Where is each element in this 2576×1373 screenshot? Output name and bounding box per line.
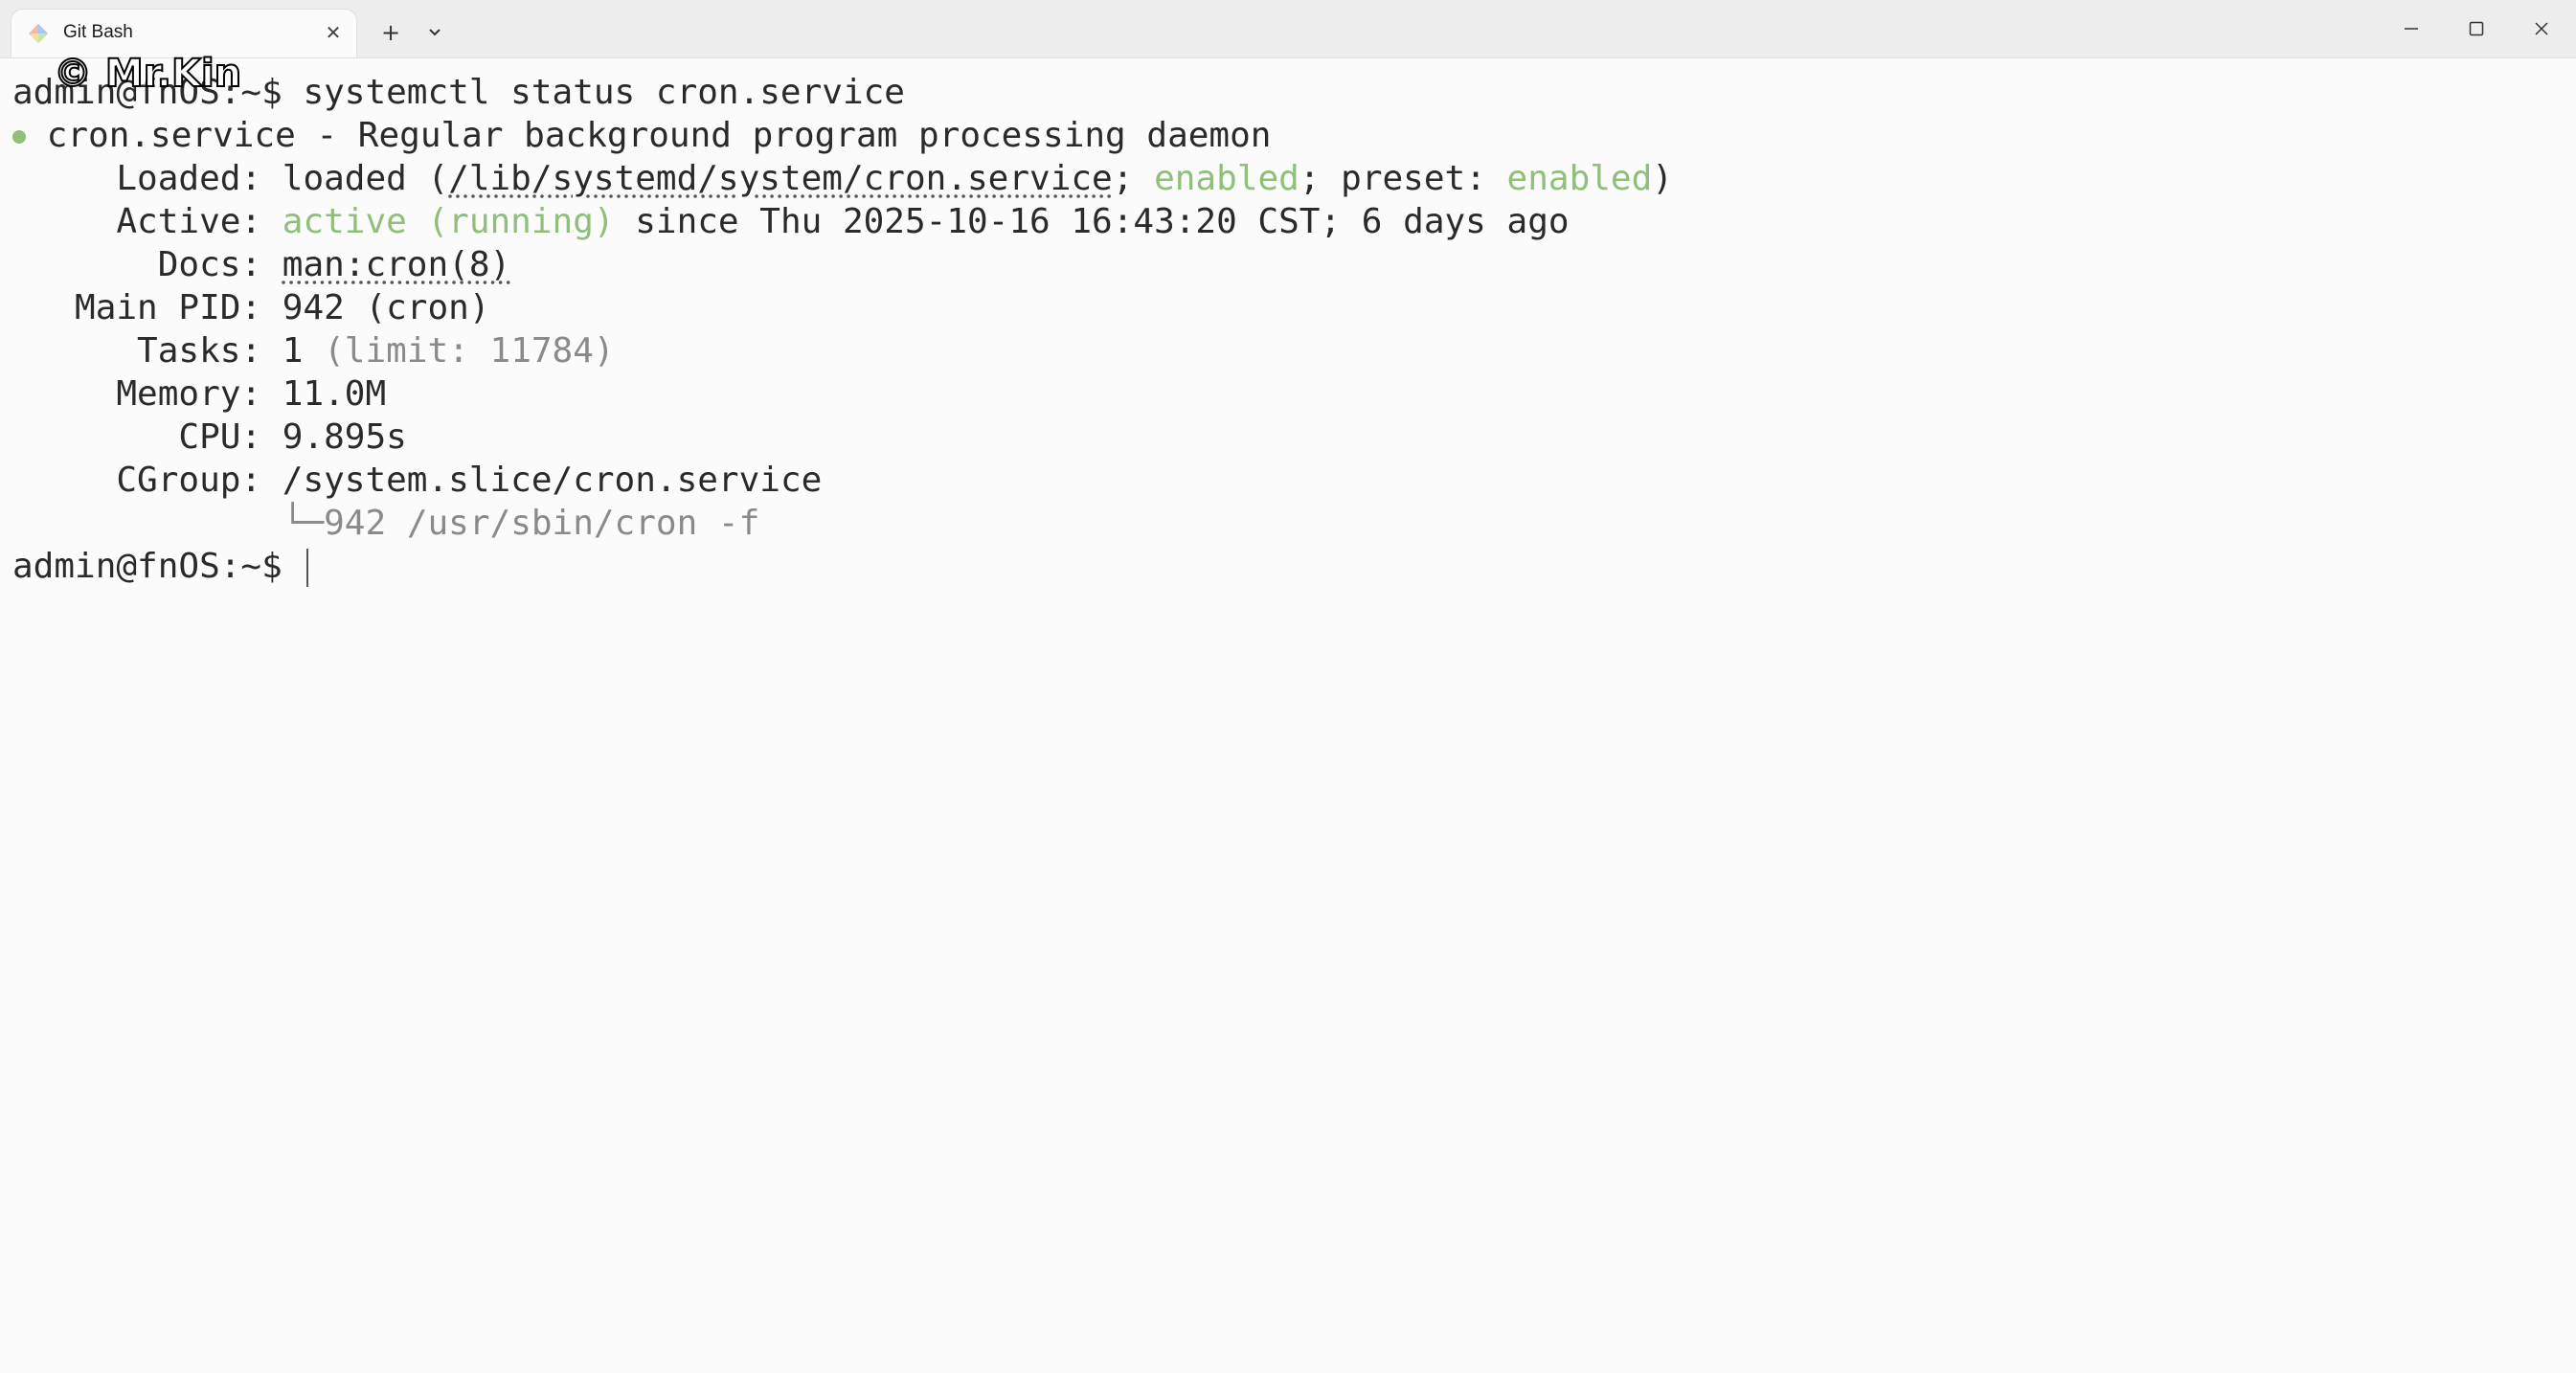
loaded-suffix: ): [1652, 159, 1673, 198]
enabled-status: enabled: [1154, 159, 1299, 198]
title-bar: Git Bash ✕ +: [0, 0, 2576, 58]
cgroup-value: /system.slice/cron.service: [282, 461, 823, 500]
terminal-window: Git Bash ✕ + admin@fnOS:~$ systemctl sta…: [0, 0, 2576, 1373]
chevron-down-icon: [429, 29, 441, 36]
cpu-label: CPU:: [12, 417, 282, 457]
loaded-line: Loaded: loaded (/lib/systemd/system/cron…: [12, 157, 1673, 200]
cgroup-label: CGroup:: [12, 461, 282, 500]
unit-file-link[interactable]: /lib/systemd/system/cron.service: [448, 159, 1113, 198]
tab-title: Git Bash: [63, 22, 133, 42]
active-label: Active:: [12, 202, 282, 241]
tab-close-icon[interactable]: ✕: [322, 21, 345, 44]
cgroup-line: CGroup: /system.slice/cron.service: [12, 459, 822, 502]
main-pid-value: 942 (cron): [282, 288, 490, 327]
minimize-button[interactable]: [2379, 0, 2444, 57]
docs-link[interactable]: man:cron(8): [282, 245, 510, 284]
text-cursor: [306, 549, 309, 587]
preset-status: enabled: [1506, 159, 1653, 198]
active-line: Active: active (running) since Thu 2025-…: [12, 200, 1570, 243]
memory-value: 11.0M: [282, 374, 387, 414]
docs-line: Docs: man:cron(8): [12, 243, 510, 286]
service-description: cron.service - Regular background progra…: [46, 116, 1272, 155]
maximize-icon: [2469, 21, 2484, 36]
command-text: systemctl status cron.service: [303, 73, 905, 112]
tasks-value: 1: [282, 331, 304, 371]
tasks-label: Tasks:: [12, 331, 282, 371]
tree-branch: └─: [282, 504, 325, 543]
terminal-output[interactable]: admin@fnOS:~$ systemctl status cron.serv…: [0, 69, 2576, 1362]
tasks-limit: (limit: 11784): [303, 331, 615, 371]
loaded-sep1: ;: [1112, 159, 1155, 198]
close-icon: [2535, 22, 2548, 35]
cgroup-child-indent: [12, 504, 282, 543]
main-pid-line: Main PID: 942 (cron): [12, 286, 490, 329]
loaded-label: Loaded:: [12, 159, 282, 198]
loaded-prefix: loaded (: [282, 159, 449, 198]
close-window-button[interactable]: [2509, 0, 2574, 57]
main-pid-label: Main PID:: [12, 288, 282, 327]
final-prompt: admin@fnOS:~$: [12, 547, 304, 586]
cgroup-child-process: 942 /usr/sbin/cron -f: [324, 504, 760, 543]
cpu-line: CPU: 9.895s: [12, 416, 407, 459]
docs-label: Docs:: [12, 245, 282, 284]
watermark: © Mr.Kin: [53, 51, 242, 97]
maximize-button[interactable]: [2444, 0, 2509, 57]
loaded-sep2: ; preset:: [1299, 159, 1507, 198]
minimize-icon: [2405, 28, 2418, 30]
memory-line: Memory: 11.0M: [12, 372, 386, 416]
memory-label: Memory:: [12, 374, 282, 414]
final-prompt-line[interactable]: admin@fnOS:~$: [12, 545, 309, 588]
status-dot-icon: [12, 130, 26, 144]
new-tab-button[interactable]: +: [375, 17, 406, 48]
active-since: since Thu 2025-10-16 16:43:20 CST; 6 day…: [614, 202, 1570, 241]
git-bash-icon: [29, 24, 48, 43]
active-state: active (running): [282, 202, 615, 241]
cpu-value: 9.895s: [282, 417, 407, 457]
tab-dropdown-button[interactable]: [419, 17, 450, 48]
cgroup-child-line: └─942 /usr/sbin/cron -f: [12, 502, 760, 545]
tasks-line: Tasks: 1 (limit: 11784): [12, 329, 615, 372]
service-line: cron.service - Regular background progra…: [12, 114, 1271, 157]
